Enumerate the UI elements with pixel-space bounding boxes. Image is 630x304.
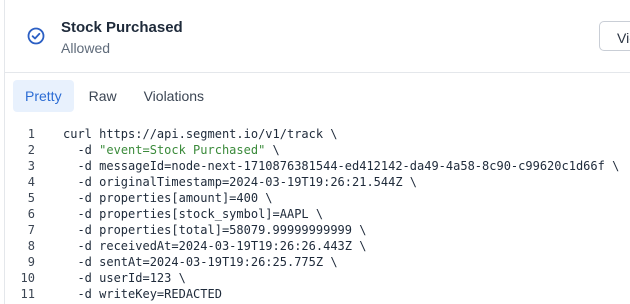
code-text: -d messageId=node-next-1710876381544-ed4… — [35, 158, 619, 174]
line-number: 4 — [27, 175, 35, 189]
code-line: 9 -d sentAt=2024-03-19T19:26:25.775Z \ — [5, 254, 630, 270]
check-circle-icon — [27, 27, 45, 45]
code-line: 7 -d properties[total]=58079.99999999999… — [5, 222, 630, 238]
line-number: 2 — [27, 143, 35, 157]
tab-pretty[interactable]: Pretty — [13, 80, 74, 112]
line-number: 9 — [27, 255, 35, 269]
tab-violations[interactable]: Violations — [132, 80, 216, 112]
code-line: 6 -d properties[stock_symbol]=AAPL \ — [5, 206, 630, 222]
event-status: Allowed — [61, 40, 111, 56]
payload-tabs: Pretty Raw Violations — [13, 80, 219, 112]
code-text: -d properties[amount]=400 \ — [35, 190, 273, 206]
code-segment: curl https://api.segment.io/v1/track \ — [63, 127, 338, 141]
line-number: 10 — [20, 271, 35, 285]
line-number: 6 — [27, 207, 35, 221]
code-text: -d sentAt=2024-03-19T19:26:25.775Z \ — [35, 254, 338, 270]
code-text: curl https://api.segment.io/v1/track \ — [35, 126, 338, 142]
code-text: -d properties[stock_symbol]=AAPL \ — [35, 206, 323, 222]
line-number: 5 — [27, 191, 35, 205]
code-line: 2 -d "event=Stock Purchased" \ — [5, 142, 630, 158]
code-text: -d "event=Stock Purchased" \ — [35, 142, 280, 158]
code-segment: -d writeKey=REDACTED — [77, 287, 222, 301]
code-line: 10 -d userId=123 \ — [5, 270, 630, 286]
code-text: -d receivedAt=2024-03-19T19:26:26.443Z \ — [35, 238, 366, 254]
event-title: Stock Purchased — [61, 19, 183, 36]
code-line: 5 -d properties[amount]=400 \ — [5, 190, 630, 206]
line-number: 3 — [27, 159, 35, 173]
code-line: 1 curl https://api.segment.io/v1/track \ — [5, 126, 630, 142]
code-line: 11 -d writeKey=REDACTED — [5, 286, 630, 302]
code-text: -d userId=123 \ — [35, 270, 186, 286]
code-segment: -d properties[amount]=400 \ — [77, 191, 273, 205]
code-line: 3 -d messageId=node-next-1710876381544-e… — [5, 158, 630, 174]
line-number: 1 — [27, 127, 35, 141]
code-segment: -d messageId=node-next-1710876381544-ed4… — [77, 159, 620, 173]
line-number: 7 — [27, 223, 35, 237]
code-segment: \ — [265, 143, 280, 157]
code-segment: -d userId=123 \ — [77, 271, 186, 285]
code-segment: -d sentAt=2024-03-19T19:26:25.775Z \ — [77, 255, 338, 269]
view-button[interactable]: View — [599, 21, 630, 51]
code-text: -d properties[total]=58079.99999999999 \ — [35, 222, 366, 238]
tab-raw[interactable]: Raw — [77, 80, 129, 112]
event-detail-panel: Stock Purchased Allowed View Pretty Raw … — [4, 0, 630, 304]
code-text: -d originalTimestamp=2024-03-19T19:26:21… — [35, 174, 417, 190]
code-segment: -d — [77, 143, 100, 157]
code-segment: -d properties[total]=58079.99999999999 \ — [77, 223, 367, 237]
code-block: 1 curl https://api.segment.io/v1/track \ 2… — [5, 126, 630, 302]
code-segment: -d properties[stock_symbol]=AAPL \ — [77, 207, 324, 221]
code-text: -d writeKey=REDACTED — [35, 286, 222, 302]
code-line: 4 -d originalTimestamp=2024-03-19T19:26:… — [5, 174, 630, 190]
line-number: 8 — [27, 239, 35, 253]
code-line: 8 -d receivedAt=2024-03-19T19:26:26.443Z… — [5, 238, 630, 254]
code-segment: -d receivedAt=2024-03-19T19:26:26.443Z \ — [77, 239, 367, 253]
code-string: "event=Stock Purchased" — [99, 143, 266, 157]
event-header: Stock Purchased Allowed View — [5, 0, 630, 73]
code-segment: -d originalTimestamp=2024-03-19T19:26:21… — [77, 175, 418, 189]
line-number: 11 — [20, 287, 35, 301]
